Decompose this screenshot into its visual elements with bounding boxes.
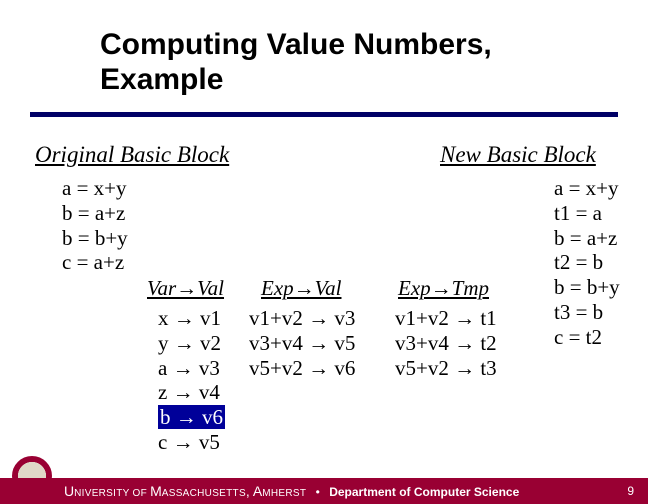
map-row: v1+v2 → v3 xyxy=(249,306,355,331)
code-line: t2 = b xyxy=(554,250,620,275)
map-row: x → v1 xyxy=(158,306,225,331)
map-row: v5+v2 → t3 xyxy=(395,356,497,381)
map-row: a → v3 xyxy=(158,356,225,381)
map-row: y → v2 xyxy=(158,331,225,356)
footer-text: UNIVERSITY OF MASSACHUSETTS, AMHERST • D… xyxy=(64,483,519,499)
code-line: c = t2 xyxy=(554,325,620,350)
code-line: b = a+z xyxy=(62,201,128,226)
map-row: v1+v2 → t1 xyxy=(395,306,497,331)
expval-heading: Exp→Val xyxy=(261,276,341,301)
map-row: z → v4 xyxy=(158,380,225,405)
exptmp-heading: Exp→Tmp xyxy=(398,276,489,301)
code-line: b = b+y xyxy=(62,226,128,251)
code-line: a = x+y xyxy=(62,176,128,201)
code-line: t1 = a xyxy=(554,201,620,226)
highlighted-entry: b → v6 xyxy=(158,405,225,429)
footer-bar: UNIVERSITY OF MASSACHUSETTS, AMHERST • D… xyxy=(0,478,648,504)
code-line: b = b+y xyxy=(554,275,620,300)
map-row: v3+v4 → t2 xyxy=(395,331,497,356)
page-number: 9 xyxy=(627,484,634,498)
slide-title: Computing Value Numbers, Example xyxy=(100,28,600,97)
varval-heading: Var→Val xyxy=(147,276,224,301)
new-basic-block: a = x+y t1 = a b = a+z t2 = b b = b+y t3… xyxy=(554,176,620,349)
code-line: c = a+z xyxy=(62,250,128,275)
original-block-heading: Original Basic Block xyxy=(35,142,229,168)
map-row: v3+v4 → v5 xyxy=(249,331,355,356)
map-row: c → v5 xyxy=(158,430,225,455)
code-line: b = a+z xyxy=(554,226,620,251)
map-row: v5+v2 → v6 xyxy=(249,356,355,381)
code-line: a = x+y xyxy=(554,176,620,201)
title-rule xyxy=(30,112,618,117)
exptmp-column: v1+v2 → t1 v3+v4 → t2 v5+v2 → t3 xyxy=(395,306,497,380)
varval-column: x → v1 y → v2 a → v3 z → v4 b → v6 c → v… xyxy=(158,306,225,455)
original-basic-block: a = x+y b = a+z b = b+y c = a+z xyxy=(62,176,128,275)
code-line: t3 = b xyxy=(554,300,620,325)
expval-column: v1+v2 → v3 v3+v4 → v5 v5+v2 → v6 xyxy=(249,306,355,380)
map-row: b → v6 xyxy=(158,405,225,430)
new-block-heading: New Basic Block xyxy=(440,142,596,168)
